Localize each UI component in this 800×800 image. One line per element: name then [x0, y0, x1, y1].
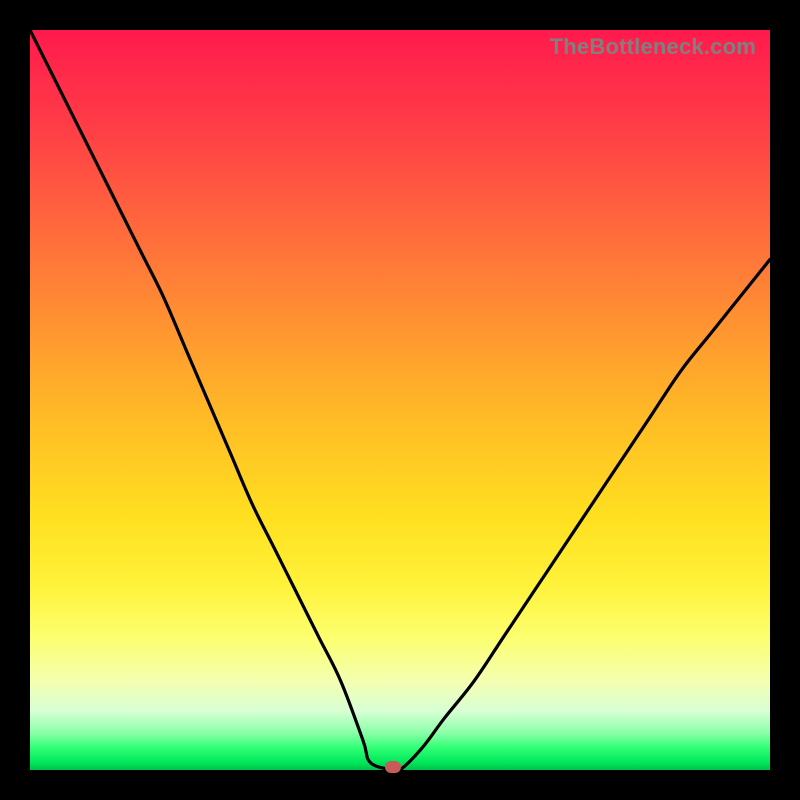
chart-frame: TheBottleneck.com	[0, 0, 800, 800]
chart-plot-area: TheBottleneck.com	[30, 30, 770, 770]
optimum-marker	[385, 761, 401, 773]
bottleneck-curve	[30, 30, 770, 770]
